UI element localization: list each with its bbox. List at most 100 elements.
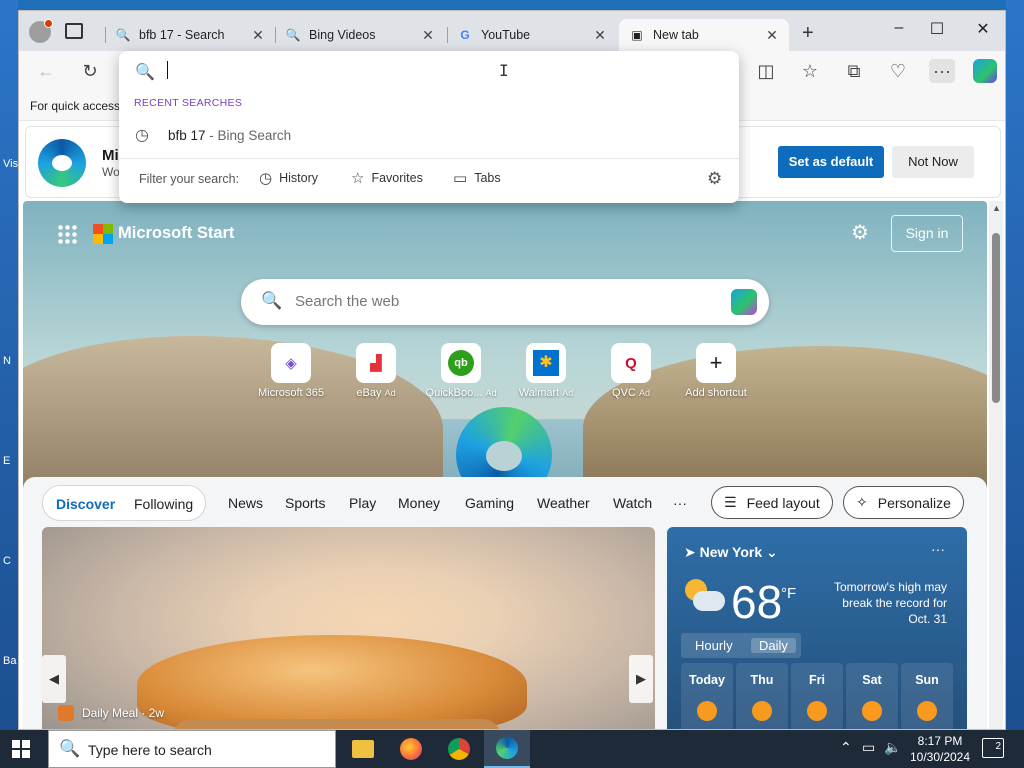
burger-image [137, 635, 527, 729]
filter-tabs-chip[interactable]: ▭ Tabs [453, 169, 501, 187]
weather-alert[interactable]: Tomorrow's high may break the record for… [817, 579, 947, 627]
category-money[interactable]: Money [398, 495, 440, 511]
shortcut-quickbooks[interactable]: qb QuickBoo... Ad [421, 343, 501, 399]
shortcut-ebay[interactable]: ▟ eBay Ad [336, 343, 416, 399]
divider [119, 158, 739, 159]
carousel-next-icon[interactable]: ▶ [629, 655, 653, 703]
recent-source: - Bing Search [205, 128, 292, 143]
address-input[interactable] [167, 61, 168, 79]
chrome-icon[interactable] [436, 730, 482, 768]
desktop-icon-label[interactable]: E [3, 455, 10, 467]
category-gaming[interactable]: Gaming [465, 495, 514, 511]
featured-news-card[interactable]: ◀ ▶ Daily Meal · 2w [42, 527, 655, 729]
forecast-day[interactable]: Fri [791, 663, 843, 729]
desktop-icon-label[interactable]: C [3, 555, 11, 567]
windows-start-icon[interactable] [12, 740, 30, 758]
copilot-icon[interactable] [973, 59, 997, 83]
recent-search-item[interactable]: ◷ bfb 17 - Bing Search [119, 121, 739, 151]
browser-essentials-icon[interactable]: ♡ [885, 59, 911, 83]
copilot-icon[interactable] [731, 289, 757, 315]
more-options-icon[interactable]: ··· [931, 541, 945, 557]
personalize-button[interactable]: ✧ Personalize [843, 486, 964, 519]
filter-history-chip[interactable]: ◷ History [259, 169, 318, 187]
brand-title[interactable]: Microsoft Start [118, 224, 234, 243]
scrollbar-thumb[interactable] [992, 233, 1000, 403]
close-tab-icon[interactable]: ✕ [421, 27, 435, 44]
filter-favorites-chip[interactable]: ☆ Favorites [351, 169, 423, 187]
weather-location[interactable]: ➤ New York ⌄ [684, 544, 778, 561]
page-scrollbar[interactable]: ▲ [989, 201, 1003, 729]
carousel-prev-icon[interactable]: ◀ [42, 655, 66, 703]
category-news[interactable]: News [228, 495, 263, 511]
more-options-icon[interactable]: ··· [929, 59, 955, 83]
category-weather[interactable]: Weather [537, 495, 590, 511]
desktop-icon-label[interactable]: Vis [3, 158, 18, 170]
chevron-up-icon[interactable]: ⌃ [840, 739, 852, 756]
set-as-default-button[interactable]: Set as default [778, 146, 884, 178]
app-launcher-icon[interactable] [57, 224, 77, 244]
category-sports[interactable]: Sports [285, 495, 325, 511]
day-label: Today [689, 673, 725, 687]
gear-icon[interactable]: ⚙ [707, 169, 722, 189]
forecast-day[interactable]: Today [681, 663, 733, 729]
system-clock[interactable]: 8:17 PM 10/30/2024 [908, 733, 972, 765]
web-search-box[interactable]: 🔍 Search the web [241, 279, 769, 325]
more-categories-icon[interactable]: ··· [673, 495, 687, 511]
forecast-day[interactable]: Sat [846, 663, 898, 729]
firefox-icon[interactable] [388, 730, 434, 768]
back-icon[interactable]: ← [33, 59, 59, 83]
split-screen-icon[interactable]: ◫ [753, 59, 779, 83]
ad-badge: Ad [638, 388, 650, 398]
tab-title: bfb 17 - Search [139, 28, 225, 42]
day-label: Sat [862, 673, 882, 687]
shortcut-walmart[interactable]: ✱ Walmart Ad [506, 343, 586, 399]
close-tab-icon[interactable]: ✕ [593, 27, 607, 44]
forecast-day[interactable]: Sun [901, 663, 953, 729]
close-tab-icon[interactable]: ✕ [251, 27, 265, 44]
close-window-icon[interactable]: ✕ [973, 19, 993, 39]
settings-gear-icon[interactable]: ⚙ [851, 220, 869, 245]
file-explorer-icon[interactable] [340, 730, 386, 768]
profile-avatar-icon[interactable] [29, 19, 53, 43]
tab-hourly[interactable]: Hourly [695, 638, 733, 653]
minimize-icon[interactable]: – [889, 19, 909, 37]
tab-youtube[interactable]: G YouTube ✕ [447, 19, 617, 51]
desktop-icon-label[interactable]: N [3, 355, 11, 367]
card-source-text: Daily Meal · 2w [82, 706, 165, 720]
add-shortcut-button[interactable]: + Add shortcut [676, 343, 756, 399]
chip-label: Favorites [371, 171, 423, 185]
shortcut-qvc[interactable]: Q QVC Ad [591, 343, 671, 399]
feed-layout-button[interactable]: ☰ Feed layout [711, 486, 833, 519]
weather-card[interactable]: ➤ New York ⌄ ··· 68 °F Tomorrow's high m… [667, 527, 967, 729]
tab-discover[interactable]: Discover [56, 496, 115, 512]
close-tab-icon[interactable]: ✕ [765, 27, 779, 44]
tab-following[interactable]: Following [134, 496, 193, 512]
temperature-unit[interactable]: °F [781, 585, 796, 602]
favorites-icon[interactable]: ☆ [797, 59, 823, 83]
shortcut-microsoft-365[interactable]: ◈ Microsoft 365 [251, 343, 331, 399]
tab-new-tab[interactable]: ▣ New tab ✕ [619, 19, 789, 51]
edge-taskbar-icon[interactable] [484, 730, 530, 768]
maximize-icon[interactable]: ☐ [927, 19, 947, 39]
news-feed: Discover Following News Sports Play Mone… [23, 477, 987, 729]
volume-icon[interactable]: 🔈 [884, 739, 901, 756]
tab-bfb-search[interactable]: 🔍 bfb 17 - Search ✕ [105, 19, 275, 51]
tab-actions-icon[interactable] [65, 23, 83, 39]
not-now-button[interactable]: Not Now [892, 146, 974, 178]
collections-icon[interactable]: ⧉ [841, 59, 867, 83]
scroll-up-icon[interactable]: ▲ [992, 203, 1001, 213]
forecast-day[interactable]: Thu [736, 663, 788, 729]
network-icon[interactable]: ▭ [862, 739, 875, 756]
refresh-icon[interactable]: ↻ [77, 59, 103, 83]
newtab-page-icon: ▣ [631, 28, 643, 42]
clock-time: 8:17 PM [917, 734, 963, 748]
notification-center-icon[interactable]: 2 [982, 738, 1004, 758]
tab-bing-videos[interactable]: 🔍 Bing Videos ✕ [275, 19, 445, 51]
category-watch[interactable]: Watch [613, 495, 652, 511]
tab-daily[interactable]: Daily [751, 638, 796, 653]
new-tab-button[interactable]: + [802, 22, 814, 45]
desktop-icon-label[interactable]: Ba [3, 655, 16, 667]
taskbar-search-box[interactable]: 🔍 Type here to search [48, 730, 336, 768]
category-play[interactable]: Play [349, 495, 376, 511]
sign-in-button[interactable]: Sign in [891, 215, 963, 252]
